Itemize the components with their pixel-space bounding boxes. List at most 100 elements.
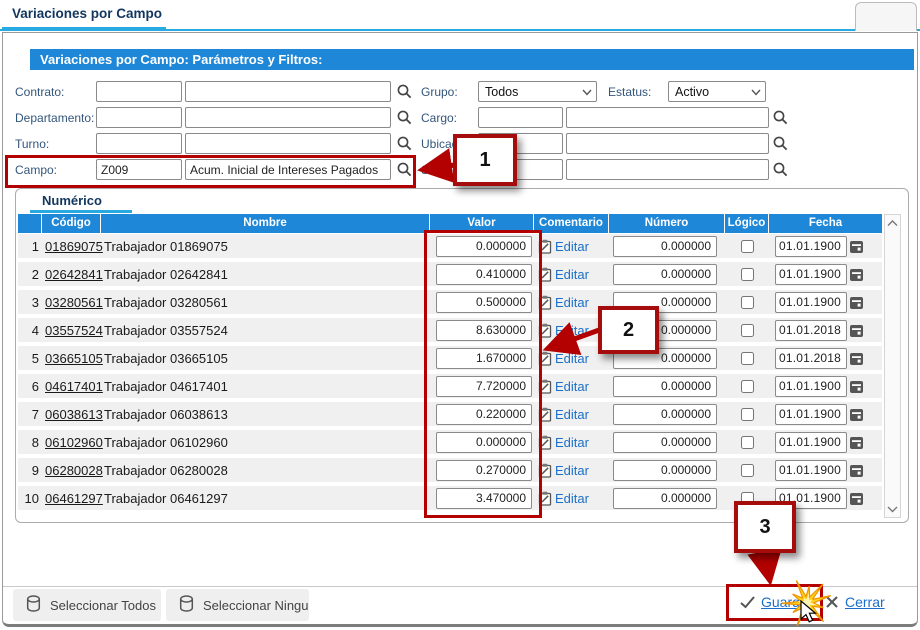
valor-input[interactable] — [436, 236, 532, 257]
cerrar-button[interactable]: Cerrar — [845, 594, 885, 610]
col-header-codigo[interactable]: Código — [42, 214, 101, 233]
cargo-name-input[interactable] — [566, 107, 769, 128]
calendar-icon[interactable] — [849, 323, 864, 338]
logico-checkbox[interactable] — [741, 436, 754, 449]
contrato-lookup-icon[interactable] — [396, 83, 413, 100]
codigo-link[interactable]: 03665105 — [45, 351, 103, 366]
logico-checkbox[interactable] — [741, 296, 754, 309]
logico-checkbox[interactable] — [741, 464, 754, 477]
logico-checkbox[interactable] — [741, 268, 754, 281]
valor-input[interactable] — [436, 320, 532, 341]
seleccionar-todos-button[interactable]: Seleccionar Todos — [13, 589, 161, 621]
valor-input[interactable] — [436, 460, 532, 481]
fecha-input[interactable] — [775, 236, 847, 257]
fecha-input[interactable] — [775, 376, 847, 397]
departamento-lookup-icon[interactable] — [396, 109, 413, 126]
seleccionar-ninguno-button[interactable]: Seleccionar Ninguno — [166, 589, 309, 621]
scroll-down-icon[interactable] — [885, 501, 900, 517]
numero-input[interactable] — [613, 432, 717, 453]
turno-code-input[interactable] — [96, 133, 182, 154]
valor-input[interactable] — [436, 348, 532, 369]
col-header-logico[interactable]: Lógico — [725, 214, 769, 233]
ubicacion-name-input[interactable] — [566, 133, 769, 154]
editar-link[interactable]: Editar — [555, 463, 589, 478]
fecha-input[interactable] — [775, 404, 847, 425]
valor-input[interactable] — [436, 376, 532, 397]
tab-variaciones-por-campo[interactable]: Variaciones por Campo — [12, 6, 162, 21]
cargo-code-input[interactable] — [478, 107, 563, 128]
campo-code-input[interactable] — [96, 159, 182, 180]
turno-name-input[interactable] — [185, 133, 391, 154]
fecha-input[interactable] — [775, 348, 847, 369]
col-header-comentario[interactable]: Comentario — [534, 214, 609, 233]
grupo-select[interactable]: Todos — [478, 81, 597, 102]
calendar-icon[interactable] — [849, 463, 864, 478]
fecha-input[interactable] — [775, 320, 847, 341]
calendar-icon[interactable] — [849, 267, 864, 282]
editar-link[interactable]: Editar — [555, 267, 589, 282]
fecha-input[interactable] — [775, 292, 847, 313]
numero-input[interactable] — [613, 376, 717, 397]
calendar-icon[interactable] — [849, 351, 864, 366]
calendar-icon[interactable] — [849, 239, 864, 254]
editar-link[interactable]: Editar — [555, 295, 589, 310]
editar-link[interactable]: Editar — [555, 239, 589, 254]
calendar-icon[interactable] — [849, 435, 864, 450]
campo-lookup-icon[interactable] — [396, 161, 413, 178]
fecha-input[interactable] — [775, 460, 847, 481]
contrato-code-input[interactable] — [96, 81, 182, 102]
valor-input[interactable] — [436, 488, 532, 509]
cargo-lookup-icon[interactable] — [772, 109, 789, 126]
editar-link[interactable]: Editar — [555, 435, 589, 450]
editar-link[interactable]: Editar — [555, 351, 589, 366]
numero-input[interactable] — [613, 236, 717, 257]
calendar-icon[interactable] — [849, 407, 864, 422]
codigo-link[interactable]: 01869075 — [45, 239, 103, 254]
numero-input[interactable] — [613, 488, 717, 509]
campo-name-input[interactable] — [185, 159, 391, 180]
numero-input[interactable] — [613, 404, 717, 425]
codigo-link[interactable]: 04617401 — [45, 379, 103, 394]
ubicacion-lookup-icon[interactable] — [772, 135, 789, 152]
logico-checkbox[interactable] — [741, 408, 754, 421]
numero-input[interactable] — [613, 264, 717, 285]
codigo-link[interactable]: 06461297 — [45, 491, 103, 506]
codigo-link[interactable]: 03280561 — [45, 295, 103, 310]
numero-input[interactable] — [613, 460, 717, 481]
editar-link[interactable]: Editar — [555, 323, 589, 338]
logico-checkbox[interactable] — [741, 352, 754, 365]
calendar-icon[interactable] — [849, 295, 864, 310]
codigo-link[interactable]: 06102960 — [45, 435, 103, 450]
valor-input[interactable] — [436, 432, 532, 453]
estatus-select[interactable]: Activo — [668, 81, 766, 102]
sucursal-lookup-icon[interactable] — [772, 161, 789, 178]
editar-link[interactable]: Editar — [555, 379, 589, 394]
editar-link[interactable]: Editar — [555, 407, 589, 422]
valor-input[interactable] — [436, 264, 532, 285]
contrato-name-input[interactable] — [185, 81, 391, 102]
codigo-link[interactable]: 06280028 — [45, 463, 103, 478]
codigo-link[interactable]: 03557524 — [45, 323, 103, 338]
col-header-numero[interactable]: Número — [609, 214, 725, 233]
col-header-nombre[interactable]: Nombre — [101, 214, 430, 233]
fecha-input[interactable] — [775, 264, 847, 285]
col-header-valor[interactable]: Valor — [430, 214, 534, 233]
valor-input[interactable] — [436, 292, 532, 313]
vertical-scrollbar[interactable] — [884, 214, 901, 518]
tab-numerico[interactable]: Numérico — [42, 193, 102, 208]
logico-checkbox[interactable] — [741, 240, 754, 253]
valor-input[interactable] — [436, 404, 532, 425]
codigo-link[interactable]: 06038613 — [45, 407, 103, 422]
turno-lookup-icon[interactable] — [396, 135, 413, 152]
codigo-link[interactable]: 02642841 — [45, 267, 103, 282]
calendar-icon[interactable] — [849, 491, 864, 506]
editar-link[interactable]: Editar — [555, 491, 589, 506]
logico-checkbox[interactable] — [741, 324, 754, 337]
calendar-icon[interactable] — [849, 379, 864, 394]
departamento-name-input[interactable] — [185, 107, 391, 128]
scroll-up-icon[interactable] — [885, 215, 900, 231]
col-header-fecha[interactable]: Fecha — [769, 214, 882, 233]
sucursal-name-input[interactable] — [566, 159, 769, 180]
departamento-code-input[interactable] — [96, 107, 182, 128]
logico-checkbox[interactable] — [741, 380, 754, 393]
